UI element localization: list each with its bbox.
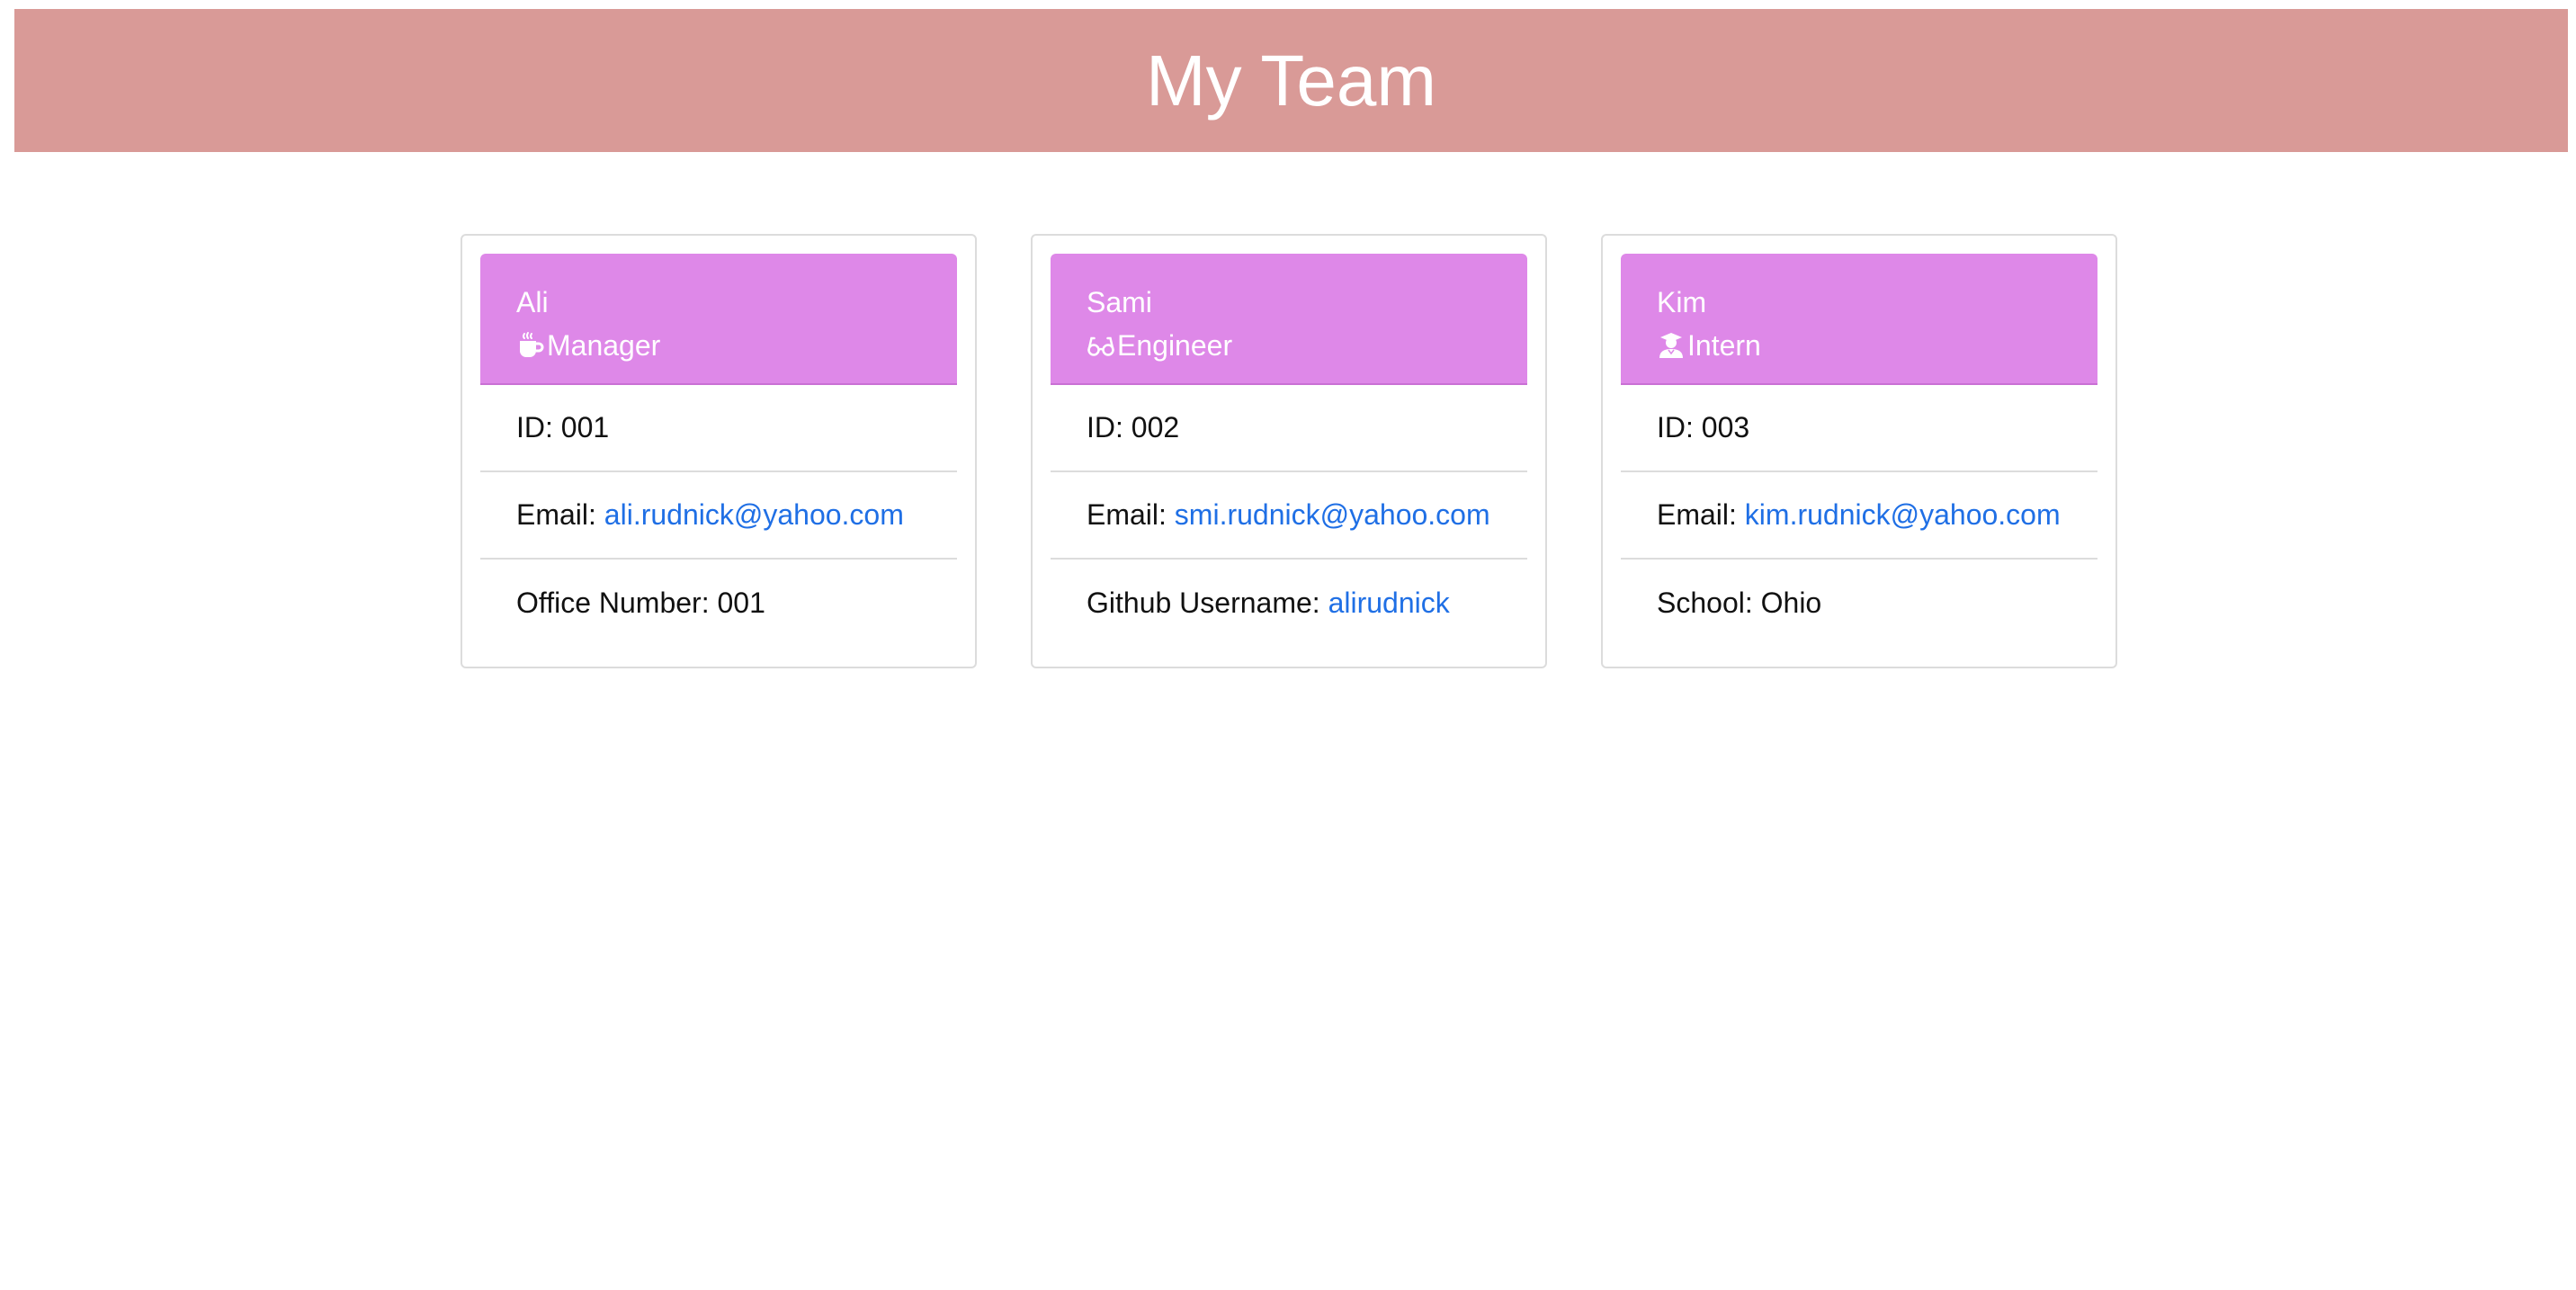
- employee-name: Kim: [1657, 286, 1707, 318]
- id-label: ID:: [1087, 411, 1131, 443]
- employee-id-row: ID: 001: [480, 385, 957, 472]
- employee-role: Intern: [1657, 324, 2062, 367]
- coffee-mug-icon: [516, 331, 545, 360]
- graduate-icon: [1657, 331, 1686, 360]
- employee-school-row: School: Ohio: [1621, 560, 2097, 647]
- office-number-value: 001: [717, 587, 765, 619]
- employee-name: Ali: [516, 286, 549, 318]
- employee-email-row: Email: ali.rudnick@yahoo.com: [480, 472, 957, 560]
- github-link[interactable]: alirudnick: [1328, 587, 1450, 620]
- employee-name: Sami: [1087, 286, 1152, 318]
- employee-role: Manager: [516, 324, 921, 367]
- employee-role: Engineer: [1087, 324, 1491, 367]
- school-label: School:: [1657, 587, 1761, 619]
- page-title: My Team: [1145, 40, 1437, 121]
- office-number-label: Office Number:: [516, 587, 718, 619]
- employee-id-row: ID: 002: [1051, 385, 1527, 472]
- team-cards: Ali Manager ID: 001 Email: ali.rudnick@y…: [461, 234, 2117, 668]
- card-header: Sami Engineer: [1051, 254, 1527, 385]
- id-value: 002: [1131, 411, 1180, 443]
- employee-role-label: Intern: [1687, 329, 1761, 362]
- employee-github-row: Github Username: alirudnick: [1051, 560, 1527, 647]
- email-link[interactable]: kim.rudnick@yahoo.com: [1745, 498, 2061, 532]
- github-username-label: Github Username:: [1087, 587, 1328, 619]
- employee-card-manager: Ali Manager ID: 001 Email: ali.rudnick@y…: [461, 234, 977, 668]
- employee-card-engineer: Sami Engineer ID: 002 Email: smi.rudnick…: [1031, 234, 1547, 668]
- page-banner: My Team: [14, 9, 2568, 152]
- employee-card-intern: Kim Intern ID: 003 Email: kim.rudnick@ya…: [1601, 234, 2117, 668]
- id-value: 003: [1701, 411, 1750, 443]
- email-link[interactable]: smi.rudnick@yahoo.com: [1175, 498, 1490, 532]
- employee-role-label: Engineer: [1117, 329, 1233, 362]
- employee-details: ID: 002 Email: smi.rudnick@yahoo.com Git…: [1051, 385, 1527, 647]
- employee-id-row: ID: 003: [1621, 385, 2097, 472]
- employee-email-row: Email: smi.rudnick@yahoo.com: [1051, 472, 1527, 560]
- glasses-icon: [1087, 331, 1115, 360]
- id-label: ID:: [516, 411, 561, 443]
- id-label: ID:: [1657, 411, 1702, 443]
- card-header: Kim Intern: [1621, 254, 2097, 385]
- email-link[interactable]: ali.rudnick@yahoo.com: [604, 498, 904, 532]
- id-value: 001: [560, 411, 610, 443]
- school-value: Ohio: [1760, 587, 1822, 619]
- employee-role-label: Manager: [547, 329, 661, 362]
- page: My Team Ali Manager ID: 001 Email: ali.r…: [0, 0, 2576, 1290]
- email-label: Email:: [1087, 498, 1175, 531]
- employee-email-row: Email: kim.rudnick@yahoo.com: [1621, 472, 2097, 560]
- email-label: Email:: [516, 498, 604, 531]
- card-header: Ali Manager: [480, 254, 957, 385]
- employee-details: ID: 003 Email: kim.rudnick@yahoo.com Sch…: [1621, 385, 2097, 647]
- employee-office-row: Office Number: 001: [480, 560, 957, 647]
- employee-details: ID: 001 Email: ali.rudnick@yahoo.com Off…: [480, 385, 957, 647]
- email-label: Email:: [1657, 498, 1745, 531]
